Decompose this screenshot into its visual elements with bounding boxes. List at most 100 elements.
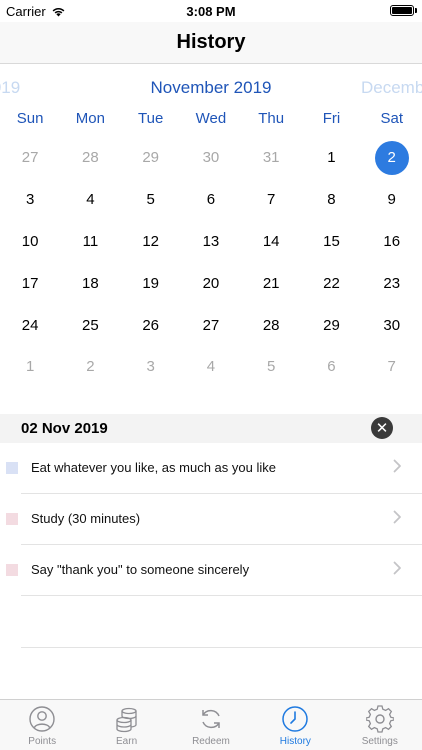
calendar-day[interactable]: 30 [181, 137, 241, 179]
calendar-day[interactable]: 9 [362, 179, 422, 221]
calendar-day[interactable]: 19 [121, 262, 181, 304]
calendar-day[interactable]: 23 [362, 262, 422, 304]
calendar-day[interactable]: 5 [241, 346, 301, 388]
calendar-day[interactable]: 20 [181, 262, 241, 304]
calendar-day[interactable]: 13 [181, 221, 241, 263]
calendar-day[interactable]: 8 [301, 179, 361, 221]
calendar-day-number: 5 [146, 191, 155, 209]
calendar-day-selected[interactable]: 2 [362, 137, 422, 179]
calendar-day-number: 19 [142, 274, 159, 292]
calendar-day[interactable]: 7 [362, 346, 422, 388]
calendar-day-number: 13 [202, 232, 220, 250]
calendar-day-number: 30 [202, 149, 220, 167]
calendar-day[interactable]: 4 [181, 346, 241, 388]
tab-points[interactable]: Points [0, 700, 84, 750]
calendar-day[interactable]: 7 [241, 179, 301, 221]
calendar-day-number: 31 [262, 149, 280, 167]
calendar-day[interactable]: 21 [241, 262, 301, 304]
tab-redeem[interactable]: Redeem [169, 700, 253, 750]
tab-settings[interactable]: Settings [338, 700, 422, 750]
close-icon[interactable]: ✕ [371, 417, 393, 439]
calendar-day[interactable]: 14 [241, 221, 301, 263]
calendar-day-number: 4 [86, 191, 95, 209]
calendar-day[interactable]: 4 [60, 179, 120, 221]
calendar-day[interactable]: 11 [60, 221, 120, 263]
history-entry-label: Eat whatever you like, as much as you li… [31, 460, 276, 475]
calendar-day[interactable]: 6 [181, 179, 241, 221]
calendar-day[interactable]: 3 [121, 346, 181, 388]
calendar-day-number: 7 [387, 358, 396, 376]
calendar-day-number: 18 [82, 274, 99, 292]
next-month-label[interactable]: Decemb [361, 78, 422, 98]
calendar-day[interactable]: 28 [241, 304, 301, 346]
calendar-day-number: 28 [82, 149, 99, 167]
clock-icon [282, 706, 309, 732]
calendar-day[interactable]: 24 [0, 304, 60, 346]
calendar-day-number: 1 [327, 149, 336, 167]
status-time: 3:08 PM [186, 4, 236, 19]
category-color-swatch [6, 462, 18, 474]
weekday-label: Thu [258, 110, 285, 127]
tab-label: Redeem [192, 736, 230, 747]
battery-fill [392, 7, 412, 14]
calendar-day[interactable]: 22 [301, 262, 361, 304]
weekday-label: Wed [195, 110, 227, 127]
calendar-day-number: 8 [327, 191, 336, 209]
weekday-header: Sun Mon Tue Wed Thu Fri Sat [0, 110, 422, 134]
tab-bar: Points Earn Redeem History Settings [0, 699, 422, 750]
tab-earn[interactable]: Earn [84, 700, 168, 750]
calendar-day-number: 15 [323, 232, 340, 250]
tab-history[interactable]: History [253, 700, 337, 750]
calendar-day-number: 28 [262, 316, 280, 334]
calendar-day-number: 3 [25, 191, 35, 209]
weekday-label: Mon [75, 110, 105, 127]
calendar-day[interactable]: 31 [241, 137, 301, 179]
calendar-day-number: 7 [267, 191, 276, 209]
category-color-swatch [6, 564, 18, 576]
selected-date-title: 02 Nov 2019 [21, 420, 108, 437]
calendar-day[interactable]: 26 [121, 304, 181, 346]
page-title: History [176, 31, 246, 53]
history-entry-row[interactable]: Study (30 minutes) [0, 494, 422, 545]
chevron-right-icon [393, 561, 401, 575]
calendar-day[interactable]: 18 [60, 262, 120, 304]
calendar-day-number: 2 [86, 358, 95, 376]
calendar-day-number: 4 [206, 358, 216, 376]
calendar-day[interactable]: 1 [301, 137, 361, 179]
calendar-day[interactable]: 29 [301, 304, 361, 346]
calendar-day[interactable]: 3 [0, 179, 60, 221]
calendar-day-number: 6 [206, 191, 216, 209]
history-entry-row[interactable]: Eat whatever you like, as much as you li… [0, 443, 422, 494]
calendar-day[interactable]: 12 [121, 221, 181, 263]
calendar-day-number: 1 [25, 358, 35, 376]
calendar-day-number: 29 [323, 316, 340, 334]
chevron-right-icon [393, 459, 401, 473]
calendar-day[interactable]: 10 [0, 221, 60, 263]
history-list: Eat whatever you like, as much as you li… [0, 443, 422, 648]
calendar-day[interactable]: 6 [301, 346, 361, 388]
calendar-day-number: 6 [327, 358, 336, 376]
calendar-day-number: 10 [21, 232, 39, 250]
calendar-day[interactable]: 27 [181, 304, 241, 346]
calendar-day[interactable]: 30 [362, 304, 422, 346]
calendar-day[interactable]: 25 [60, 304, 120, 346]
tab-label: Settings [361, 736, 398, 747]
calendar-day[interactable]: 17 [0, 262, 60, 304]
calendar-day[interactable]: 5 [121, 179, 181, 221]
calendar-day[interactable]: 27 [0, 137, 60, 179]
calendar-day[interactable]: 29 [121, 137, 181, 179]
calendar-day[interactable]: 15 [301, 221, 361, 263]
history-entry-row[interactable]: Say "thank you" to someone sincerely [0, 545, 422, 596]
history-entry-label: Say "thank you" to someone sincerely [31, 562, 250, 577]
calendar-day-number: 27 [202, 316, 220, 334]
status-bar: Carrier 3:08 PM [0, 0, 422, 22]
calendar-day[interactable]: 28 [60, 137, 120, 179]
battery-icon [390, 5, 414, 16]
calendar-day[interactable]: 1 [0, 346, 60, 388]
weekday-label: Tue [138, 110, 164, 127]
calendar-day[interactable]: 2 [60, 346, 120, 388]
month-header[interactable]: r 2019 November 2019 Decemb [0, 66, 422, 110]
calendar-day-number: 29 [142, 149, 159, 167]
calendar-day-number: 20 [202, 274, 220, 292]
calendar-day[interactable]: 16 [362, 221, 422, 263]
